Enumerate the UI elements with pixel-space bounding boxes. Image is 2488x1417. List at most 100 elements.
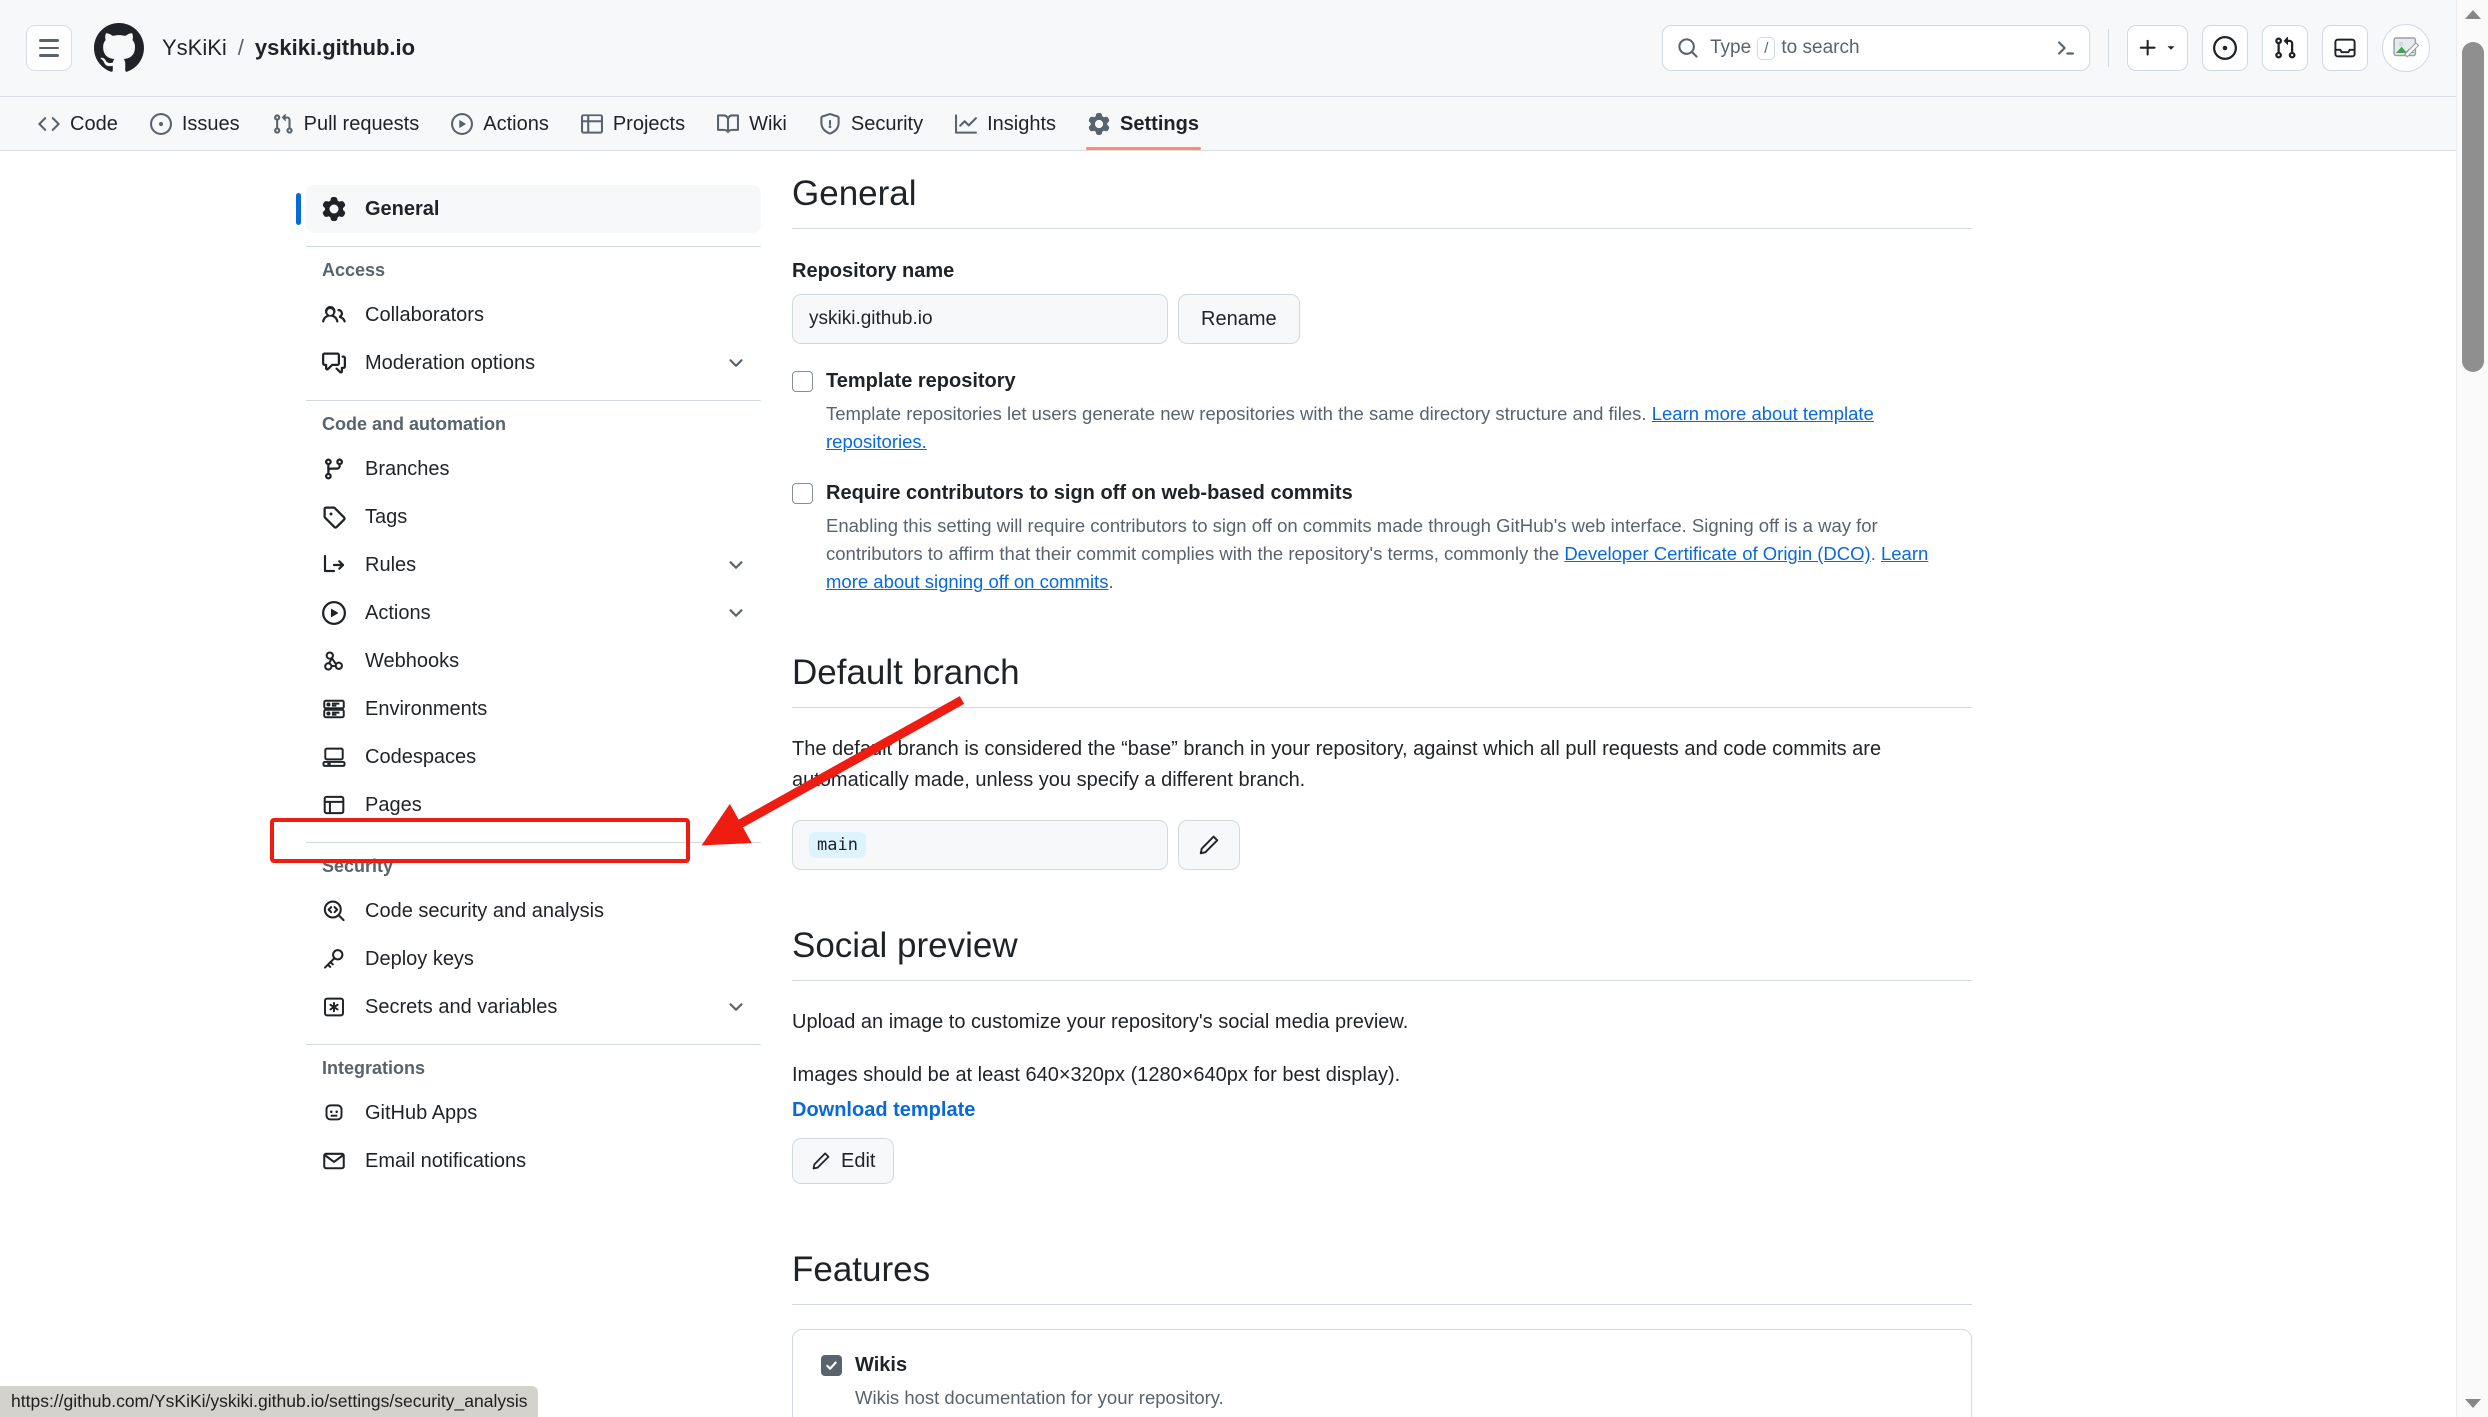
tab-wiki[interactable]: Wiki — [703, 98, 801, 150]
tab-security[interactable]: Security — [805, 98, 937, 150]
dco-link[interactable]: Developer Certificate of Origin (DCO) — [1564, 543, 1870, 564]
template-repository-checkbox[interactable] — [792, 371, 813, 392]
key-icon — [322, 947, 348, 971]
sidebar-item-deploy-keys[interactable]: Deploy keys — [306, 935, 761, 983]
template-repository-description-text: Template repositories let users generate… — [826, 403, 1647, 424]
social-preview-edit-button[interactable]: Edit — [792, 1138, 895, 1185]
signoff-checkbox[interactable] — [792, 483, 813, 505]
tab-projects[interactable]: Projects — [567, 98, 699, 150]
sidebar-item-moderation-options[interactable]: Moderation options — [306, 339, 761, 387]
triangle-up-icon — [2465, 9, 2481, 19]
codescan-icon — [322, 899, 348, 923]
sidebar-group-integrations-title: Integrations — [322, 1058, 426, 1078]
sidebar-item-branches[interactable]: Branches — [306, 445, 761, 493]
sidebar-item-actions[interactable]: Actions — [306, 589, 761, 637]
mail-icon — [322, 1149, 348, 1173]
sidebar-item-environments[interactable]: Environments — [306, 685, 761, 733]
breadcrumb-repo[interactable]: yskiki.github.io — [255, 35, 415, 61]
repository-name-label: Repository name — [792, 260, 955, 282]
pull-requests-button[interactable] — [2262, 25, 2308, 71]
search-placeholder-prefix: Type — [1710, 37, 1752, 58]
sidebar-item-actions-label: Actions — [365, 601, 431, 624]
sidebar-divider — [306, 246, 761, 247]
header-actions: Type / to search — [1662, 24, 2430, 72]
sidebar-item-moderation-options-label: Moderation options — [365, 351, 536, 374]
tab-wiki-label: Wiki — [749, 112, 787, 135]
notifications-button[interactable] — [2322, 25, 2368, 71]
default-branch-display: main — [792, 819, 1168, 870]
tab-actions[interactable]: Actions — [437, 98, 563, 150]
tab-settings-label: Settings — [1120, 112, 1199, 135]
terminal-icon[interactable] — [2055, 37, 2077, 59]
repository-name-input[interactable]: yskiki.github.io — [792, 294, 1168, 344]
chevron-down-icon[interactable] — [725, 996, 747, 1018]
tab-security-label: Security — [850, 112, 924, 135]
sidebar-item-code-security-and-analysis[interactable]: Code security and analysis — [306, 887, 761, 935]
sidebar-item-github-apps[interactable]: GitHub Apps — [306, 1089, 761, 1137]
sidebar-item-webhooks[interactable]: Webhooks — [306, 637, 761, 685]
edit-default-branch-button[interactable] — [1178, 819, 1240, 870]
sidebar-item-tags-label: Tags — [365, 505, 408, 528]
features-card: Wikis Wikis host documentation for your … — [792, 1329, 1972, 1417]
chevron-down-icon[interactable] — [725, 554, 747, 576]
rename-button[interactable]: Rename — [1178, 294, 1300, 344]
vertical-scroll-thumb[interactable] — [2462, 42, 2484, 372]
social-preview-title: Social preview — [792, 904, 1972, 981]
rules-icon — [322, 553, 348, 577]
issue-opened-icon — [149, 113, 172, 135]
sidebar-item-email-notifications-label: Email notifications — [365, 1149, 527, 1172]
status-bar-url: https://github.com/YsKiKi/yskiki.github.… — [0, 1386, 539, 1417]
wikis-label: Wikis — [855, 1354, 908, 1377]
git-pull-request-icon — [273, 113, 293, 134]
default-branch-row: main — [792, 819, 1972, 870]
hamburger-menu-icon[interactable] — [26, 25, 72, 71]
chevron-down-icon[interactable] — [725, 602, 747, 624]
breadcrumb-owner[interactable]: YsKiKi — [162, 35, 227, 61]
user-avatar[interactable] — [2382, 24, 2430, 72]
sidebar-item-rules[interactable]: Rules — [306, 541, 761, 589]
chevron-down-icon — [2167, 46, 2175, 50]
tab-actions-label: Actions — [483, 112, 549, 135]
scroll-up-button[interactable] — [2457, 0, 2488, 28]
issues-button[interactable] — [2202, 25, 2248, 71]
tab-code[interactable]: Code — [24, 98, 132, 150]
template-repository-setting: Template repository Template repositorie… — [792, 370, 1972, 456]
create-new-button[interactable] — [2127, 25, 2188, 71]
sidebar-item-pages[interactable]: Pages — [306, 781, 761, 829]
server-icon — [322, 697, 348, 721]
sidebar-item-tags[interactable]: Tags — [306, 493, 761, 541]
download-template-link[interactable]: Download template — [792, 1099, 975, 1122]
vertical-scrollbar[interactable] — [2456, 0, 2488, 1417]
sidebar-divider — [306, 842, 761, 843]
sidebar-item-collaborators[interactable]: Collaborators — [306, 291, 761, 339]
apps-icon — [322, 1101, 348, 1125]
repository-nav-tabs: Code Issues Pull requests Actions Projec… — [0, 97, 2456, 151]
codespaces-icon — [322, 745, 348, 769]
social-preview-line2: Images should be at least 640×320px (128… — [792, 1064, 1401, 1087]
tab-pull-requests[interactable]: Pull requests — [258, 98, 434, 150]
sidebar-item-secrets-and-variables[interactable]: Secrets and variables — [306, 983, 761, 1031]
scroll-down-button[interactable] — [2457, 1389, 2488, 1417]
sidebar-item-general[interactable]: General — [296, 185, 761, 233]
header-divider — [2108, 29, 2109, 67]
tab-settings[interactable]: Settings — [1074, 98, 1213, 150]
triangle-down-icon — [2465, 1398, 2481, 1408]
github-logo-icon[interactable] — [94, 23, 144, 73]
tab-projects-label: Projects — [612, 112, 686, 135]
settings-main: General Repository name yskiki.github.io… — [792, 152, 1972, 1417]
search-input[interactable]: Type / to search — [1662, 25, 2090, 71]
sidebar-item-codespaces[interactable]: Codespaces — [306, 733, 761, 781]
tab-issues[interactable]: Issues — [136, 98, 254, 150]
tab-insights[interactable]: Insights — [941, 98, 1070, 150]
chevron-down-icon[interactable] — [725, 352, 747, 374]
wikis-checkbox[interactable] — [821, 1355, 842, 1377]
pencil-icon — [1199, 835, 1219, 855]
sidebar-item-email-notifications[interactable]: Email notifications — [306, 1137, 761, 1185]
template-repository-description: Template repositories let users generate… — [826, 400, 1941, 456]
sidebar-divider — [306, 1044, 761, 1045]
gear-icon — [1088, 113, 1110, 135]
search-placeholder: Type / to search — [1710, 36, 2055, 60]
signoff-setting: Require contributors to sign off on web-… — [792, 482, 1972, 596]
tag-icon — [322, 505, 348, 529]
graph-icon — [955, 114, 978, 134]
